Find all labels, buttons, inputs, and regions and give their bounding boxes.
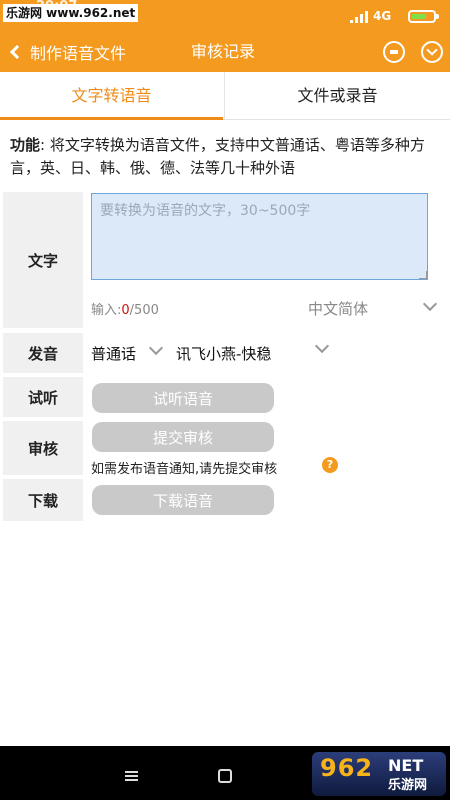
feature-description: 功能: 将文字转换为语音文件，支持中文普通话、粤语等多种方言，英、日、韩、俄、德… [10,134,442,180]
text-input[interactable] [91,193,428,280]
chevron-left-icon [9,44,25,60]
battery-icon [408,10,439,23]
counter-max: /500 [129,303,159,318]
counter-prefix: 输入: [91,303,122,318]
logo-net: NET [388,756,424,775]
help-icon[interactable]: ? [322,457,338,473]
tab-file-or-recording[interactable]: 文件或录音 [224,72,450,120]
dialect-select[interactable]: 普通话 [91,343,136,364]
watermark-badge: 乐游网 www.962.net [3,4,139,22]
listen-row-label: 试听 [3,377,83,417]
battery-level [412,14,426,19]
char-counter: 输入:0/500 [91,299,159,318]
listen-button[interactable]: 试听语音 [92,383,274,413]
submit-review-button[interactable]: 提交审核 [92,422,274,452]
tab-bar: 文字转语音 文件或录音 [0,72,450,120]
logo-number: 962 [320,754,374,782]
screen: 20:07 乐游网 www.962.net 4G 制作语音文件 审核记录 文字转… [0,0,450,800]
review-row-label: 审核 [3,421,83,475]
status-bar: 20:07 乐游网 www.962.net 4G [0,0,450,32]
watermark-logo: 962 NET 乐游网 [312,752,446,796]
back-button[interactable]: 制作语音文件 [8,32,126,72]
menu-icon[interactable] [125,771,138,781]
voice-row-label: 发音 [3,333,83,373]
review-hint: 如需发布语音通知,请先提交审核 [91,462,278,477]
message-icon[interactable] [383,41,405,63]
review-records-link[interactable]: 审核记录 [191,32,255,72]
chevron-down-icon[interactable] [148,340,164,356]
chevron-down-icon[interactable] [422,296,438,312]
back-label: 制作语音文件 [30,44,127,63]
network-type: 4G [373,9,392,23]
description-prefix: 功能 [10,136,41,154]
text-row-label: 文字 [3,192,83,328]
download-row-label: 下载 [3,479,83,521]
description-text: : 将文字转换为语音文件，支持中文普通话、粤语等多种方言，英、日、韩、俄、德、法… [10,136,425,177]
home-icon[interactable] [218,769,232,783]
chevron-down-circle-icon[interactable] [421,41,443,63]
language-select[interactable]: 中文简体 [308,298,368,319]
tab-text-to-speech[interactable]: 文字转语音 [0,72,223,120]
nav-bar: 制作语音文件 审核记录 [0,32,450,72]
speaker-select[interactable]: 讯飞小燕-快稳 [176,343,271,364]
chevron-down-icon[interactable] [314,338,330,354]
signal-icon [350,11,368,23]
logo-text: 乐游网 [388,778,428,793]
resize-handle[interactable] [419,271,427,279]
download-button[interactable]: 下载语音 [92,485,274,515]
counter-value: 0 [121,303,130,318]
